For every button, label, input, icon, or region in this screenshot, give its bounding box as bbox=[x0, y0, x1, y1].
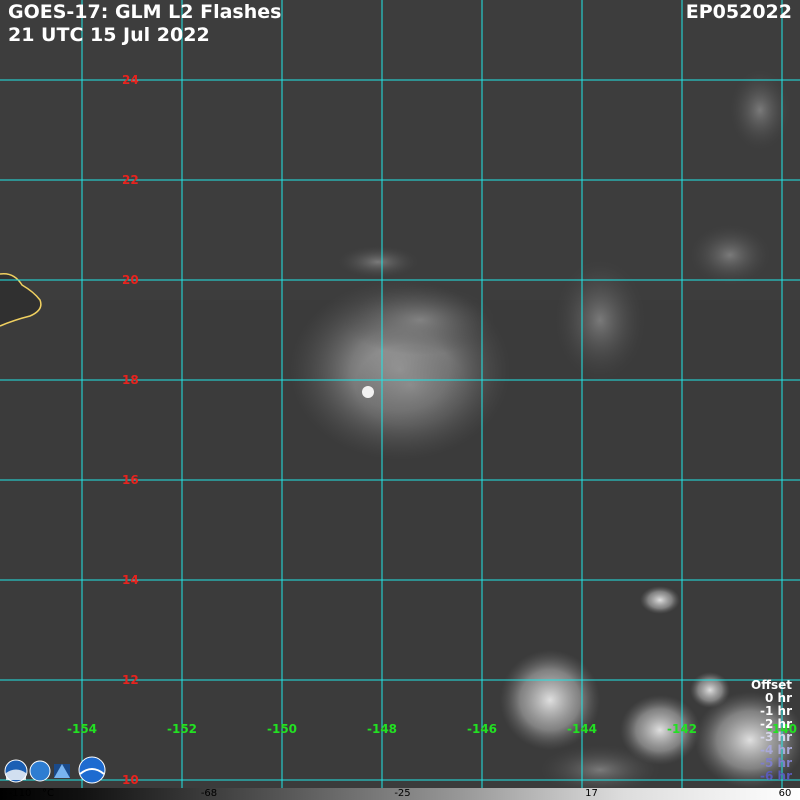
valid-time: 21 UTC 15 Jul 2022 bbox=[8, 24, 210, 46]
colorbar-tick-label: -110 bbox=[8, 788, 32, 799]
lon-label: -146 bbox=[466, 722, 498, 736]
colorbar-tick-label: 60 bbox=[778, 788, 792, 799]
colorbar-tick-label: -68 bbox=[200, 788, 218, 799]
storm-eye-bright bbox=[362, 386, 374, 398]
se-cloud-cluster bbox=[640, 586, 680, 614]
time-offset-legend: Offset 0 hr -1 hr -2 hr -3 hr -4 hr -5 hr -6 h… bbox=[751, 679, 792, 783]
satellite-image-frame: GOES-17: GLM L2 Flashes 21 UTC 15 Jul 20… bbox=[0, 0, 800, 800]
product-title: GOES-17: GLM L2 Flashes bbox=[8, 1, 282, 23]
lat-label: 24 bbox=[122, 73, 139, 87]
lon-label: -150 bbox=[266, 722, 298, 736]
lon-label: -144 bbox=[566, 722, 598, 736]
lon-label: -148 bbox=[366, 722, 398, 736]
lat-label: 22 bbox=[122, 173, 139, 187]
lat-label: 10 bbox=[122, 773, 139, 787]
nesdis-logo bbox=[29, 760, 51, 782]
ne-cloud-streak-2 bbox=[730, 70, 790, 150]
storm-id: EP052022 bbox=[685, 1, 792, 23]
lat-label: 12 bbox=[122, 673, 139, 687]
storm-upper-band bbox=[345, 285, 495, 355]
ne-cloud-streak bbox=[690, 225, 770, 285]
lon-label: -154 bbox=[66, 722, 98, 736]
colorbar-tick-label: -25 bbox=[394, 788, 411, 799]
lon-label: -152 bbox=[166, 722, 198, 736]
lat-label: 16 bbox=[122, 473, 139, 487]
colorbar-tick-label: 17 bbox=[585, 788, 598, 799]
lat-label: 18 bbox=[122, 373, 139, 387]
storm-core bbox=[355, 345, 465, 425]
cira-logo bbox=[54, 764, 70, 778]
e-cloud-band bbox=[555, 260, 645, 380]
noaa-logo bbox=[4, 759, 28, 783]
se-cloud-cluster-5 bbox=[690, 672, 730, 708]
colorbar-tick-label: °C bbox=[42, 788, 54, 799]
agency-logos bbox=[4, 756, 106, 784]
northern-cloud-patch bbox=[338, 246, 418, 278]
satellite-imagery bbox=[0, 0, 800, 788]
offset-legend-item: -6 hr bbox=[760, 769, 792, 783]
lat-label: 14 bbox=[122, 573, 139, 587]
lat-label: 20 bbox=[122, 273, 139, 287]
rammb-logo bbox=[78, 756, 106, 784]
lon-label: -142 bbox=[666, 722, 698, 736]
